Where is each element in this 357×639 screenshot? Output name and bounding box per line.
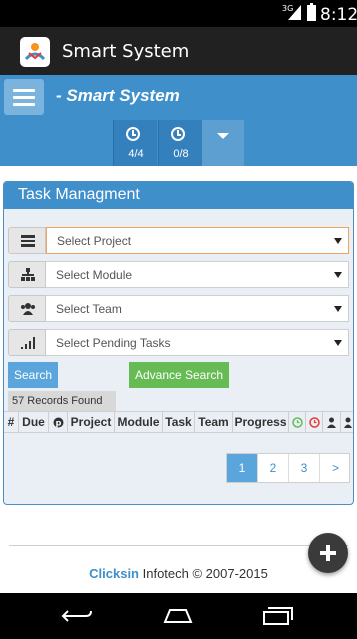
col-progress[interactable]: Progress	[233, 412, 289, 432]
status-bar: 3G 8:12	[0, 0, 357, 27]
col-ontime[interactable]	[289, 412, 306, 432]
brand-title: - Smart System	[56, 86, 180, 105]
select-pending-value: Select Pending Tasks	[56, 336, 171, 350]
col-team[interactable]: Team	[195, 412, 233, 432]
recent-apps-icon[interactable]	[261, 607, 295, 625]
col-module[interactable]: Module	[115, 412, 163, 432]
dropdown-arrow-icon	[334, 238, 342, 244]
sitemap-icon	[8, 261, 46, 288]
app-header: - Smart System	[0, 75, 357, 120]
signal-icon	[8, 329, 46, 356]
col-number[interactable]: #	[4, 412, 19, 432]
pinterest-icon: p	[53, 417, 63, 428]
tab-count: 0/8	[173, 148, 189, 160]
select-module[interactable]: Select Module	[46, 261, 349, 288]
back-icon[interactable]	[60, 608, 94, 624]
select-team[interactable]: Select Team	[46, 295, 349, 322]
tab-bar: 4/4 0/8	[0, 120, 357, 166]
col-team-members[interactable]	[323, 412, 341, 432]
footer-copyright: Infotech © 2007-2015	[142, 566, 268, 581]
table-header: # Due p Project Module Task Team Progres…	[4, 411, 353, 433]
menu-button[interactable]	[4, 79, 44, 115]
caret-down-icon	[217, 133, 229, 139]
svg-text:p: p	[55, 419, 61, 428]
select-pending-tasks[interactable]: Select Pending Tasks	[46, 329, 349, 356]
footer: Clicksin Infotech © 2007-2015	[0, 566, 357, 581]
pagination: 1 2 3 >	[226, 453, 350, 483]
task-management-panel: Task Managment Select Project Select Mod…	[3, 181, 354, 505]
home-icon[interactable]	[161, 609, 195, 623]
users-icon	[327, 417, 336, 428]
clock-icon	[126, 127, 140, 141]
col-project[interactable]: Project	[68, 412, 115, 432]
col-user[interactable]	[341, 412, 353, 432]
col-overdue[interactable]	[306, 412, 323, 432]
clock-red-icon	[308, 417, 320, 428]
col-task[interactable]: Task	[163, 412, 195, 432]
select-pending-row: Select Pending Tasks	[8, 329, 349, 356]
dropdown-arrow-icon	[334, 306, 342, 312]
tab-tasks-due[interactable]: 4/4	[113, 120, 157, 166]
select-module-value: Select Module	[56, 268, 133, 282]
list-icon	[8, 227, 46, 254]
select-project-row: Select Project	[8, 227, 349, 254]
clock-icon	[171, 127, 185, 141]
dropdown-arrow-icon	[334, 340, 342, 346]
users-icon	[8, 295, 46, 322]
app-title: Smart System	[62, 41, 190, 62]
user-icon	[344, 417, 352, 428]
records-found: 57 Records Found	[8, 391, 116, 411]
select-project-value: Select Project	[57, 234, 132, 248]
app-logo-icon[interactable]	[20, 37, 50, 67]
tab-count: 4/4	[128, 148, 144, 160]
signal-icon	[288, 5, 301, 20]
footer-brand-link[interactable]: Clicksin	[89, 566, 139, 581]
select-module-row: Select Module	[8, 261, 349, 288]
page-2[interactable]: 2	[258, 454, 289, 482]
page-3[interactable]: 3	[289, 454, 320, 482]
action-bar: Smart System	[0, 27, 357, 75]
search-button[interactable]: Search	[8, 362, 58, 388]
clock: 8:12	[320, 5, 357, 25]
select-team-value: Select Team	[56, 302, 122, 316]
navigation-bar	[0, 593, 357, 639]
page-next[interactable]: >	[320, 454, 351, 482]
tab-tasks-pending[interactable]: 0/8	[158, 120, 202, 166]
battery-icon	[307, 3, 316, 21]
page-1[interactable]: 1	[227, 454, 258, 482]
col-pin[interactable]: p	[49, 412, 68, 432]
select-team-row: Select Team	[8, 295, 349, 322]
panel-title: Task Managment	[18, 186, 140, 203]
advance-search-button[interactable]: Advance Search	[129, 362, 229, 388]
dropdown-arrow-icon	[334, 272, 342, 278]
clock-green-icon	[291, 417, 303, 428]
select-project[interactable]: Select Project	[46, 227, 349, 254]
col-due[interactable]: Due	[19, 412, 49, 432]
tab-more-dropdown[interactable]	[202, 120, 244, 166]
panel-header: Task Managment	[4, 182, 353, 209]
footer-divider	[9, 545, 348, 546]
